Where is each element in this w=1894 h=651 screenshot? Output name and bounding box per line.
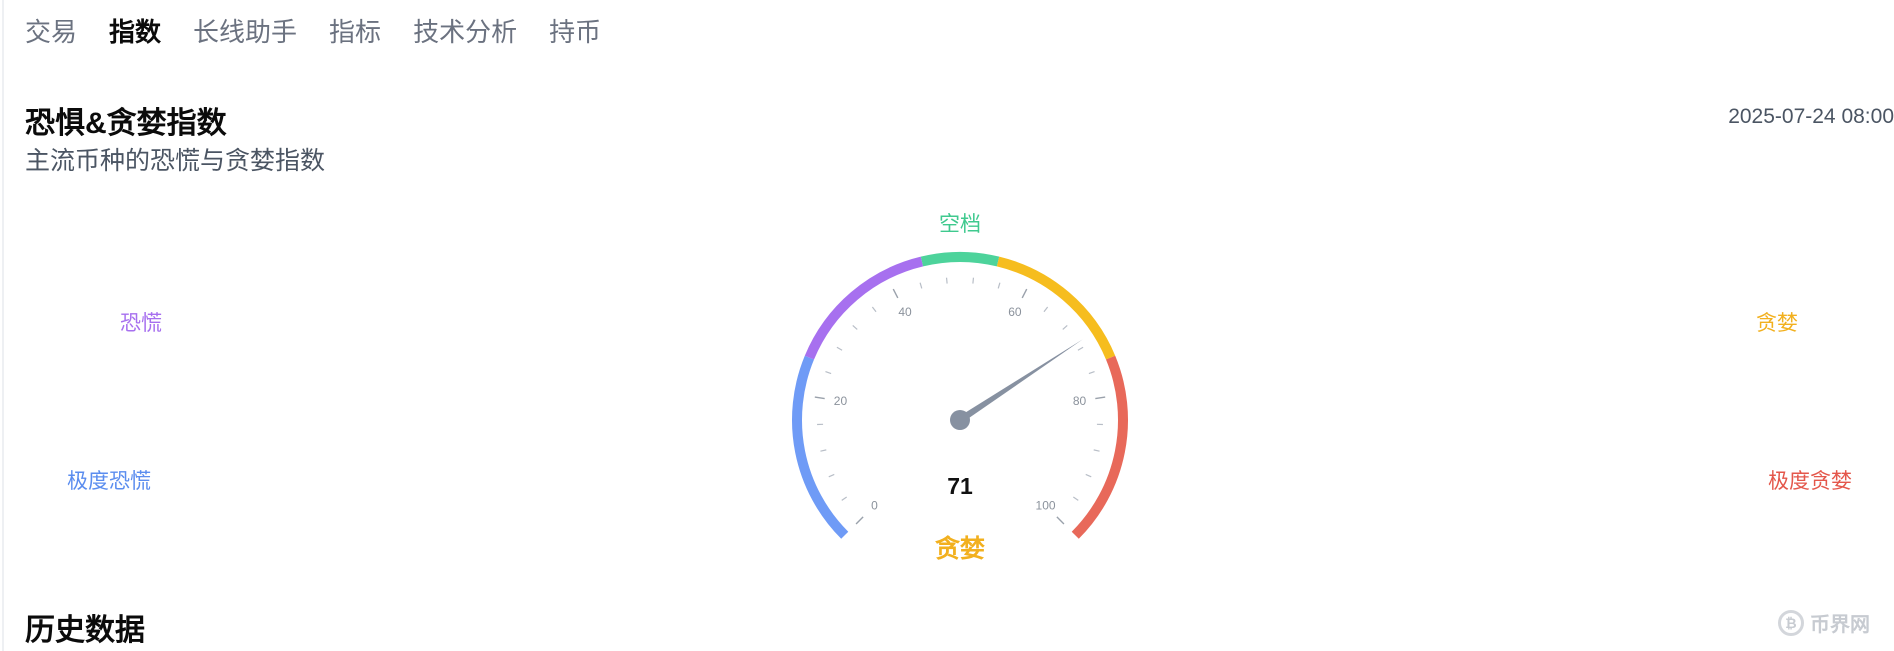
gauge-minor-tick — [852, 324, 858, 330]
needle-hub — [950, 410, 970, 430]
gauge-tick-label: 100 — [1036, 499, 1056, 513]
gauge-minor-tick — [972, 277, 975, 284]
watermark-logo: ₿ 币界网 — [1778, 608, 1870, 637]
gauge-minor-tick — [1085, 473, 1092, 478]
gauge-needle — [950, 339, 1083, 430]
gauge-major-tick — [1021, 288, 1028, 299]
gauge-major-tick — [855, 516, 864, 525]
gauge-tick-label: 20 — [834, 394, 848, 408]
fear-greed-gauge: 0 20 40 60 80 100 空档 71 贪婪 — [792, 213, 1128, 563]
gauge-value: 71 — [947, 473, 973, 499]
gauge-minor-tick — [1088, 370, 1095, 375]
bitcoin-circle-icon: ₿ — [1778, 609, 1804, 636]
gauge-minor-tick — [945, 277, 948, 284]
gauge-status: 贪婪 — [935, 534, 985, 563]
gauge-minor-tick — [871, 306, 877, 313]
gauge-minor-tick — [997, 282, 1001, 289]
gauge-minor-tick — [820, 449, 827, 452]
watermark-text: 币界网 — [1810, 614, 1870, 636]
gauge-segment-0 — [792, 355, 849, 539]
gauge-tick-label: 40 — [898, 305, 912, 319]
gauge-minor-tick — [825, 370, 832, 375]
gauge-minor-tick — [1043, 306, 1049, 313]
gauge-minor-tick — [1062, 324, 1068, 330]
gauge-minor-tick — [836, 346, 843, 351]
gauge-minor-tick — [841, 496, 848, 501]
gauge-tick-label: 80 — [1073, 394, 1087, 408]
gauge-minor-tick — [919, 282, 923, 289]
history-section-title: 历史数据 — [25, 614, 145, 647]
gauge-minor-tick — [1077, 346, 1084, 351]
gauge-tick-label: 0 — [871, 499, 878, 513]
needle-pointer — [958, 339, 1083, 423]
gauge-segment-4 — [1071, 355, 1128, 539]
gauge-major-tick — [814, 396, 825, 400]
zone-label-neutral: 空档 — [939, 213, 981, 236]
gauge-segment-2 — [920, 252, 1000, 267]
gauge-major-tick — [1056, 516, 1065, 525]
gauge-tick-label: 60 — [1008, 305, 1022, 319]
gauge-minor-tick — [1072, 496, 1079, 501]
gauge-minor-tick — [1093, 449, 1100, 452]
gauge-major-tick — [892, 288, 899, 299]
gauge-minor-tick — [828, 473, 835, 478]
gauge-major-tick — [1095, 396, 1106, 400]
